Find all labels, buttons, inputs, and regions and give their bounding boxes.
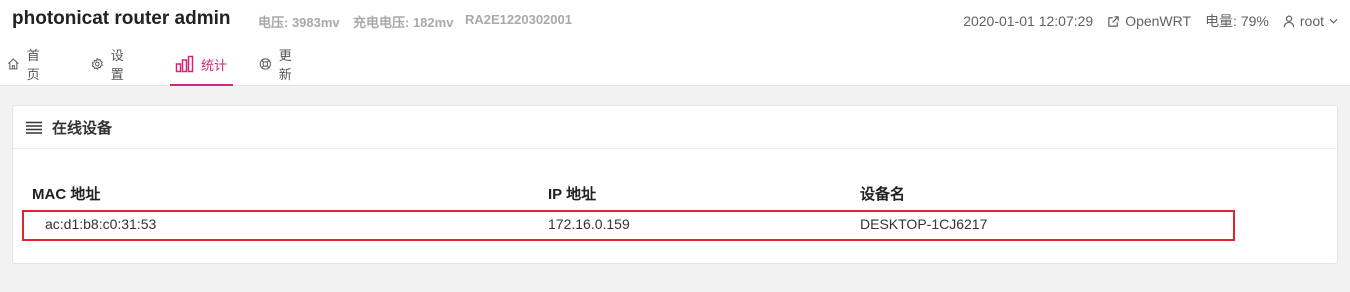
user-name: root: [1299, 13, 1324, 29]
nav-settings[interactable]: 设置: [91, 42, 129, 86]
cell-ip: 172.16.0.159: [548, 216, 630, 232]
openwrt-label: OpenWRT: [1125, 13, 1192, 29]
column-header-device-name: 设备名: [860, 186, 906, 203]
nav-stats[interactable]: 统计: [170, 42, 233, 86]
battery-status: 电量: 79%: [1205, 13, 1269, 29]
openwrt-link[interactable]: OpenWRT: [1107, 13, 1191, 29]
list-icon: [26, 121, 42, 134]
bar-chart-icon: [175, 55, 194, 73]
charge-voltage-status: 充电电压: 182mv: [353, 15, 454, 30]
chevron-down-icon: [1329, 18, 1338, 24]
lifebuoy-icon: [259, 58, 271, 70]
serial-number: RA2E1220302001: [465, 12, 572, 27]
column-header-ip: IP 地址: [548, 186, 597, 203]
column-header-mac: MAC 地址: [32, 186, 101, 203]
online-devices-card: 在线设备 MAC 地址 IP 地址 设备名 ac:d1:b8:c0:31:53 …: [12, 105, 1338, 264]
cell-device-name: DESKTOP-1CJ6217: [860, 216, 988, 232]
top-bar: photonicat router admin 电压: 3983mv 充电电压:…: [0, 0, 1350, 86]
app-title: photonicat router admin: [12, 8, 231, 29]
card-title: 在线设备: [52, 119, 113, 137]
header-right: 2020-01-01 12:07:29 OpenWRT 电量: 79% root: [949, 11, 1338, 31]
voltage-status: 电压: 3983mv: [258, 15, 340, 30]
nav-home-label: 首页: [26, 48, 40, 82]
user-menu[interactable]: root: [1283, 13, 1338, 29]
user-icon: [1283, 15, 1295, 27]
home-icon: [8, 58, 19, 70]
cell-mac: ac:d1:b8:c0:31:53: [45, 216, 157, 232]
external-link-icon: [1108, 15, 1119, 27]
nav-update[interactable]: 更新: [259, 42, 297, 86]
nav-settings-label: 设置: [110, 48, 124, 82]
card-header: 在线设备: [13, 106, 1337, 149]
datetime: 2020-01-01 12:07:29: [963, 13, 1094, 29]
nav-home[interactable]: 首页: [7, 42, 45, 86]
gear-icon: [91, 57, 103, 71]
nav-stats-label: 统计: [201, 57, 228, 73]
nav-update-label: 更新: [278, 48, 292, 82]
